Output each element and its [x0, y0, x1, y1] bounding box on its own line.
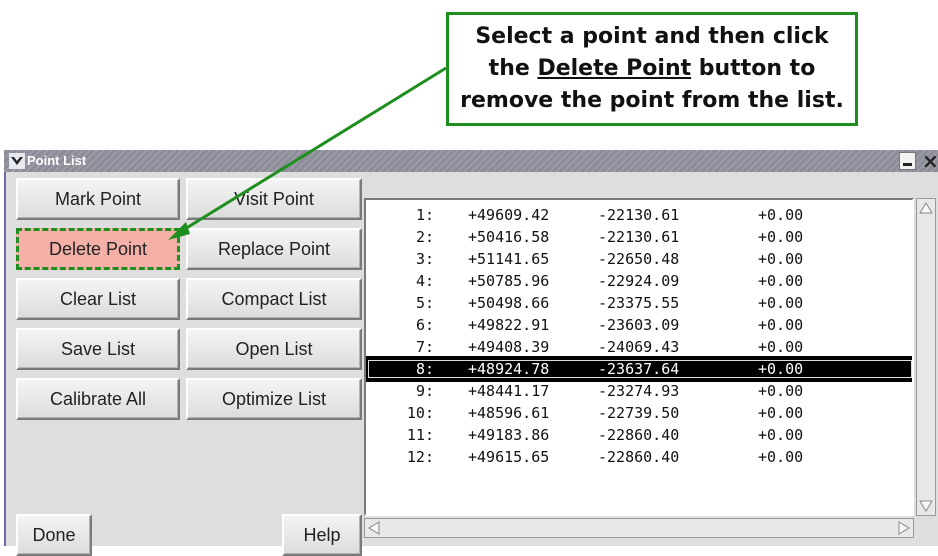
list-item[interactable]: 7: +49408.39 -24069.43 +0.00 [366, 336, 912, 358]
calibrate-all-button[interactable]: Calibrate All [16, 378, 180, 420]
list-item[interactable]: 2: +50416.58 -22130.61 +0.00 [366, 226, 912, 248]
point-x: +49615.65 [468, 448, 550, 466]
point-y: -24069.43 [598, 338, 680, 356]
point-index: 7: [415, 338, 434, 356]
point-index: 5: [415, 294, 434, 312]
done-button[interactable]: Done [16, 514, 92, 556]
minimize-icon [903, 163, 912, 166]
point-y: -23603.09 [598, 316, 680, 334]
point-y: -22130.61 [598, 206, 680, 224]
point-z: +0.00 [758, 426, 804, 444]
point-index: 3: [415, 250, 434, 268]
callout-line-1: Select a point and then click [475, 24, 829, 49]
window-menu-icon[interactable] [9, 153, 25, 169]
point-y: -22860.40 [598, 448, 680, 466]
delete-point-button[interactable]: Delete Point [16, 228, 180, 270]
point-index: 11: [406, 426, 434, 444]
scroll-arrows-icon [368, 521, 910, 535]
point-z: +0.00 [758, 338, 804, 356]
point-index: 12: [406, 448, 434, 466]
callout-line-2: the Delete Point button to [489, 53, 816, 85]
point-index: 4: [415, 272, 434, 290]
dialog-body: Mark Point Visit Point Delete Point Repl… [4, 172, 938, 556]
list-item[interactable]: 9: +48441.17 -23274.93 +0.00 [366, 380, 912, 402]
point-y: -22924.09 [598, 272, 680, 290]
visit-point-button[interactable]: Visit Point [186, 178, 362, 220]
point-z: +0.00 [758, 404, 804, 422]
save-list-button[interactable]: Save List [16, 328, 180, 370]
point-index: 10: [406, 404, 434, 422]
list-item[interactable]: 11: +49183.86 -22860.40 +0.00 [366, 424, 912, 446]
point-z: +0.00 [758, 448, 804, 466]
horizontal-scrollbar[interactable] [364, 518, 914, 538]
point-index: 1: [415, 206, 434, 224]
point-index: 6: [415, 316, 434, 334]
point-y: -23637.64 [598, 360, 680, 378]
minimize-button[interactable] [899, 152, 916, 170]
list-item[interactable]: 1: +49609.42 -22130.61 +0.00 [366, 204, 912, 226]
point-x: +51141.65 [468, 250, 550, 268]
point-y: -22650.48 [598, 250, 680, 268]
title-bar: Point List × [4, 150, 938, 172]
list-item[interactable]: 5: +50498.66 -23375.55 +0.00 [366, 292, 912, 314]
close-button[interactable]: × [922, 150, 938, 172]
list-item[interactable]: 3: +51141.65 -22650.48 +0.00 [366, 248, 912, 270]
point-x: +49822.91 [468, 316, 550, 334]
point-x: +50498.66 [468, 294, 550, 312]
point-y: -23375.55 [598, 294, 680, 312]
window-title: Point List [27, 153, 87, 168]
point-z: +0.00 [758, 272, 804, 290]
point-z: +0.00 [758, 228, 804, 246]
point-z: +0.00 [758, 382, 804, 400]
point-index: 8: [415, 360, 434, 378]
point-x: +50785.96 [468, 272, 550, 290]
mark-point-button[interactable]: Mark Point [16, 178, 180, 220]
list-item[interactable]: 6: +49822.91 -23603.09 +0.00 [366, 314, 912, 336]
point-z: +0.00 [758, 294, 804, 312]
point-x: +49183.86 [468, 426, 550, 444]
optimize-list-button[interactable]: Optimize List [186, 378, 362, 420]
point-y: -22130.61 [598, 228, 680, 246]
point-x: +48441.17 [468, 382, 550, 400]
scroll-arrows-icon [919, 202, 933, 512]
open-list-button[interactable]: Open List [186, 328, 362, 370]
replace-point-button[interactable]: Replace Point [186, 228, 362, 270]
list-item[interactable]: 8: +48924.78 -23637.64 +0.00 [366, 356, 912, 382]
help-button[interactable]: Help [282, 514, 362, 556]
callout-delete-point-ref: Delete Point [537, 56, 692, 81]
point-index: 9: [415, 382, 434, 400]
list-item[interactable]: 4: +50785.96 -22924.09 +0.00 [366, 270, 912, 292]
point-z: +0.00 [758, 250, 804, 268]
callout-line-3: remove the point from the list. [460, 88, 844, 113]
point-index: 2: [415, 228, 434, 246]
list-item[interactable]: 10: +48596.61 -22739.50 +0.00 [366, 402, 912, 424]
point-z: +0.00 [758, 316, 804, 334]
point-x: +48924.78 [468, 360, 550, 378]
point-list[interactable]: 1: +49609.42 -22130.61 +0.00 2: +50416.58 -221… [364, 198, 914, 516]
point-z: +0.00 [758, 360, 804, 378]
point-x: +49609.42 [468, 206, 550, 224]
callout-text: the [488, 56, 538, 81]
clear-list-button[interactable]: Clear List [16, 278, 180, 320]
callout-text: button to [691, 56, 816, 81]
point-x: +49408.39 [468, 338, 550, 356]
point-y: -22739.50 [598, 404, 680, 422]
point-x: +48596.61 [468, 404, 550, 422]
vertical-scrollbar[interactable] [916, 198, 936, 516]
point-y: -22860.40 [598, 426, 680, 444]
point-z: +0.00 [758, 206, 804, 224]
list-item[interactable]: 12: +49615.65 -22860.40 +0.00 [366, 446, 912, 468]
point-x: +50416.58 [468, 228, 550, 246]
point-y: -23274.93 [598, 382, 680, 400]
compact-list-button[interactable]: Compact List [186, 278, 362, 320]
point-list-window: Point List × Mark Point Visit Point Dele… [4, 150, 938, 556]
instruction-callout: Select a point and then click the Delete… [446, 12, 858, 126]
